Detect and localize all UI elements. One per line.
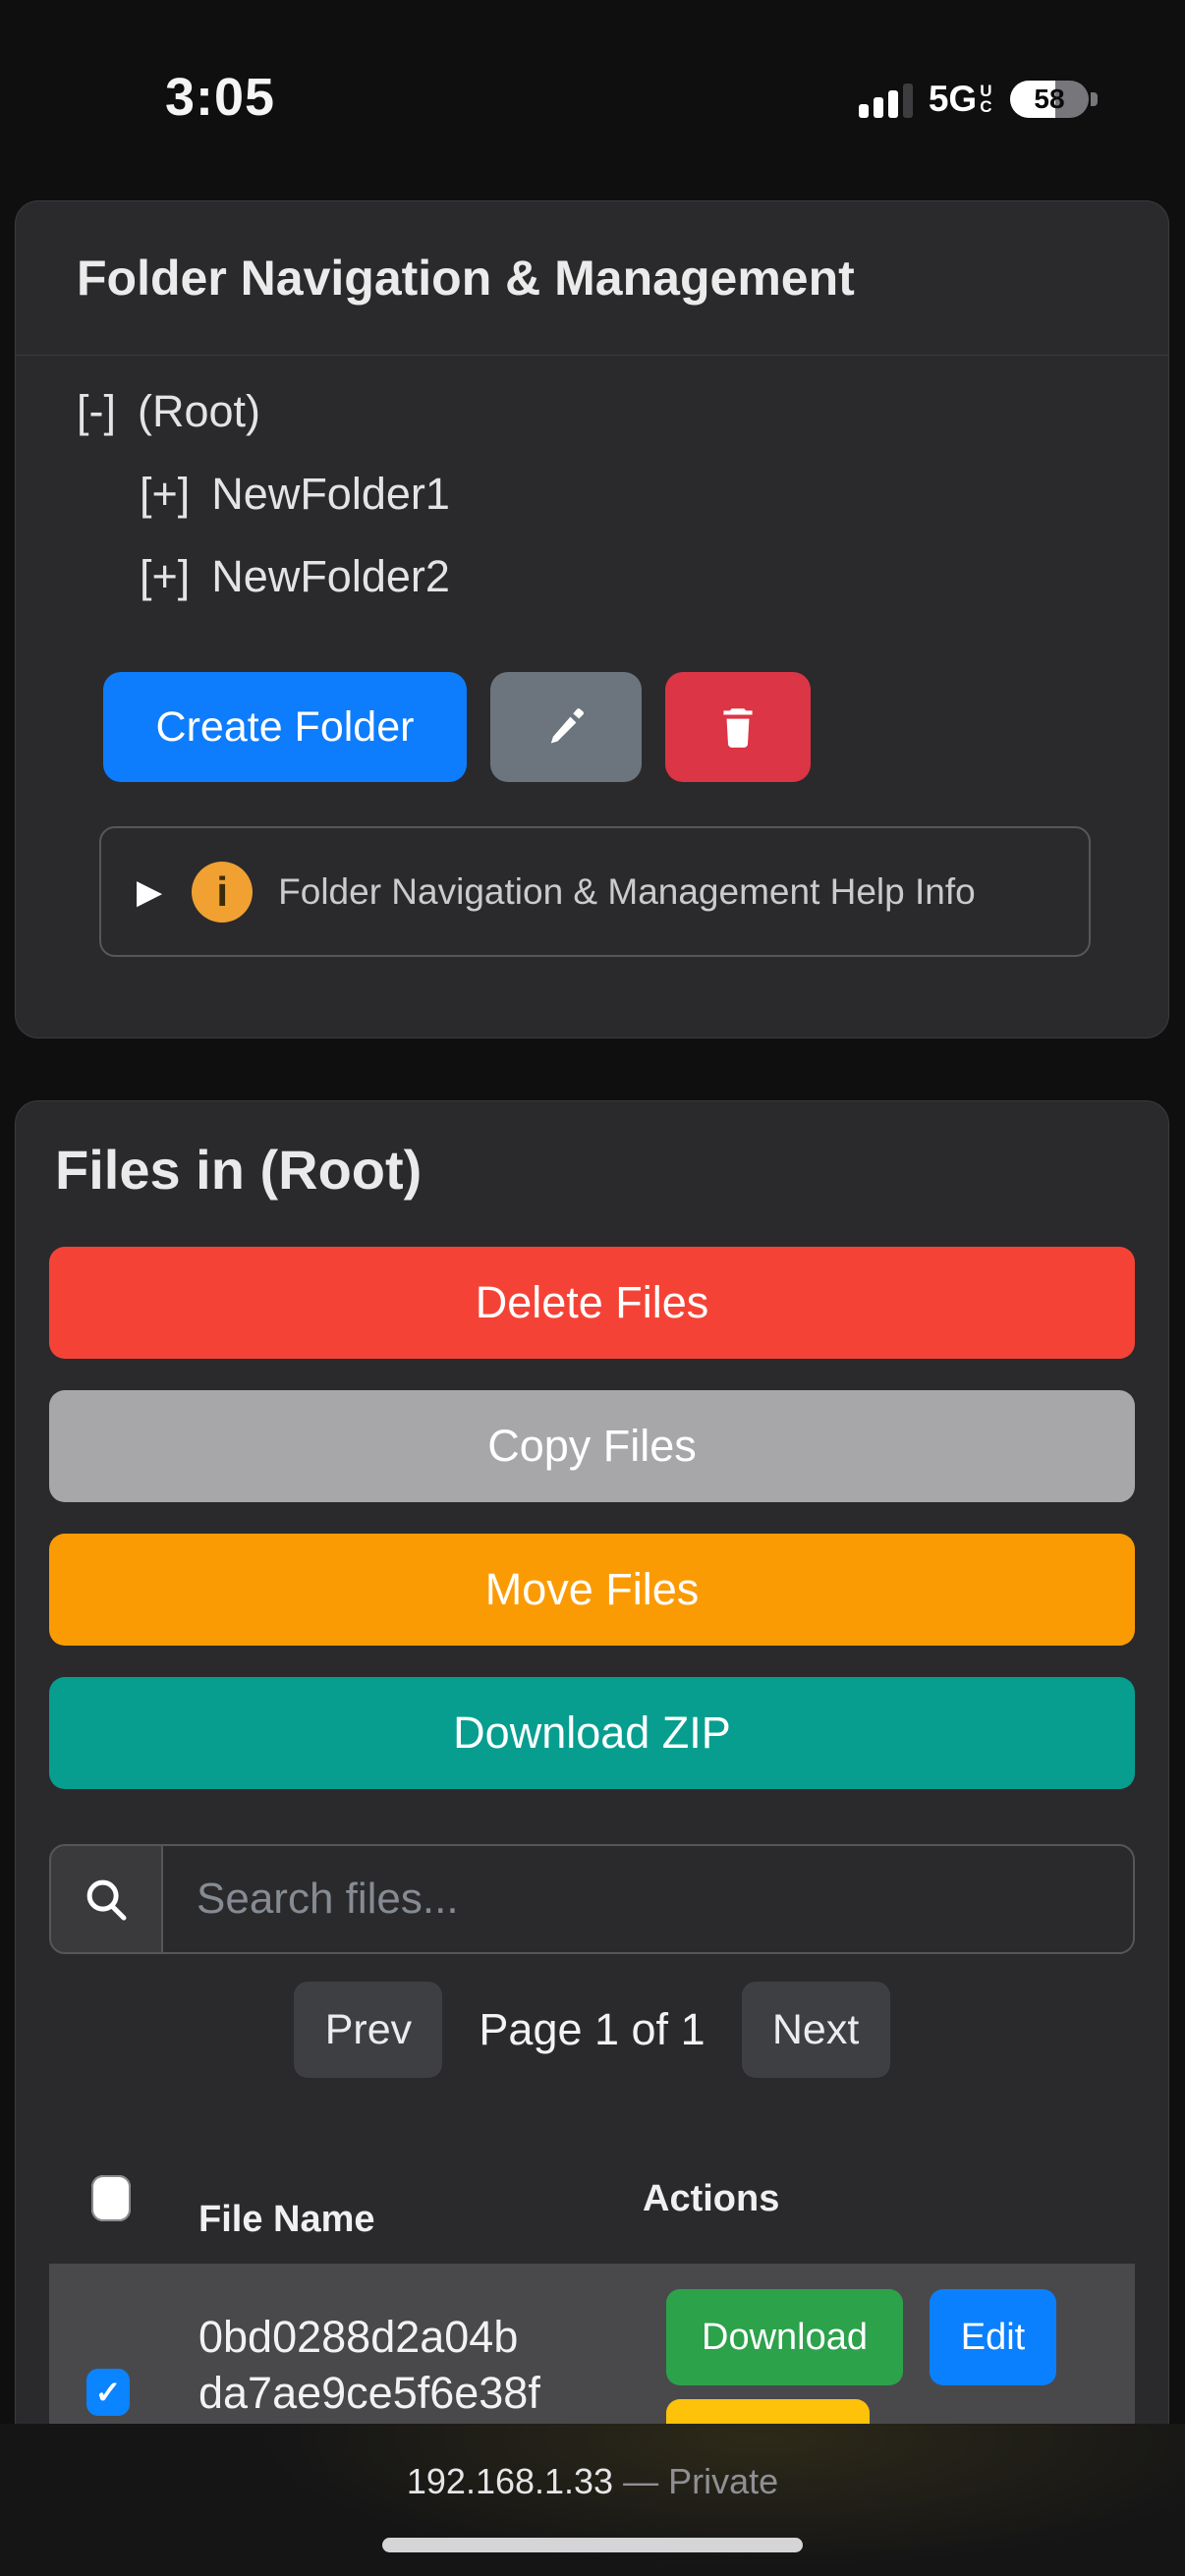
expand-toggle[interactable]: [+] xyxy=(140,469,190,520)
trash-icon xyxy=(713,702,762,752)
files-card-title: Files in (Root) xyxy=(55,1139,1135,1202)
move-files-button[interactable]: Move Files xyxy=(49,1534,1135,1646)
file-table-row: ✓ 0bd0288d2a04b da7ae9ce5f6e38f Download… xyxy=(49,2264,1135,2450)
network-subtype-label: U C xyxy=(980,84,992,115)
next-page-button[interactable]: Next xyxy=(742,1982,890,2078)
collapse-toggle[interactable]: [-] xyxy=(77,386,116,437)
file-name-column-header: File Name xyxy=(198,2199,375,2241)
copy-files-button[interactable]: Copy Files xyxy=(49,1390,1135,1502)
tree-item-label[interactable]: NewFolder2 xyxy=(211,551,450,602)
battery-nub xyxy=(1091,92,1098,106)
edit-file-button[interactable]: Edit xyxy=(930,2289,1056,2385)
folder-card-title: Folder Navigation & Management xyxy=(16,201,1168,356)
search-icon-box xyxy=(49,1844,163,1954)
create-folder-button[interactable]: Create Folder xyxy=(103,672,467,782)
browser-url-bar[interactable]: 192.168.1.33— Private xyxy=(0,2424,1185,2576)
mobile-browser-page: 3:05 5G U C 58 Folder Navigation & Manag… xyxy=(0,0,1185,2576)
folder-tree: [-] (Root) [+] NewFolder1 [+] NewFolder2 xyxy=(16,356,1168,618)
files-card: Files in (Root) Delete Files Copy Files … xyxy=(15,1100,1169,2576)
tree-item-newfolder1[interactable]: [+] NewFolder1 xyxy=(77,453,1107,535)
tree-item-root[interactable]: [-] (Root) xyxy=(77,370,1107,453)
triangle-right-icon[interactable]: ▶ xyxy=(137,872,162,912)
info-circle-icon: i xyxy=(192,862,253,923)
status-indicators: 5G U C 58 xyxy=(859,79,1089,120)
file-name-line1: 0bd0288d2a04b xyxy=(198,2309,540,2365)
search-input[interactable] xyxy=(163,1844,1135,1954)
magnifier-icon xyxy=(80,1873,133,1926)
prev-page-button[interactable]: Prev xyxy=(294,1982,442,2078)
tree-item-label[interactable]: NewFolder1 xyxy=(211,469,450,520)
battery-icon: 58 xyxy=(1010,81,1089,118)
tree-item-label[interactable]: (Root) xyxy=(138,386,260,437)
url-line[interactable]: 192.168.1.33— Private xyxy=(0,2461,1185,2502)
select-all-checkbox[interactable] xyxy=(91,2175,131,2221)
expand-toggle[interactable]: [+] xyxy=(140,551,190,602)
home-indicator[interactable] xyxy=(382,2538,803,2552)
battery-percent: 58 xyxy=(1010,81,1089,118)
file-name-cell: 0bd0288d2a04b da7ae9ce5f6e38f xyxy=(198,2309,540,2421)
folder-action-buttons: Create Folder xyxy=(103,672,1168,782)
page-indicator: Page 1 of 1 xyxy=(479,2004,705,2055)
status-time: 3:05 xyxy=(116,67,324,128)
file-table-header: File Name Actions xyxy=(49,2175,1135,2264)
pencil-icon xyxy=(540,701,592,753)
folder-navigation-card: Folder Navigation & Management [-] (Root… xyxy=(15,200,1169,1038)
row-checkbox-checked[interactable]: ✓ xyxy=(86,2369,130,2416)
download-file-button[interactable]: Download xyxy=(666,2289,903,2385)
file-name-line2: da7ae9ce5f6e38f xyxy=(198,2365,540,2421)
delete-files-button[interactable]: Delete Files xyxy=(49,1247,1135,1359)
tree-item-newfolder2[interactable]: [+] NewFolder2 xyxy=(77,535,1107,618)
help-summary-label: Folder Navigation & Management Help Info xyxy=(278,871,976,913)
url-host[interactable]: 192.168.1.33 xyxy=(407,2461,613,2501)
status-bar: 3:05 5G U C 58 xyxy=(0,0,1185,147)
folder-help-disclosure[interactable]: ▶ i Folder Navigation & Management Help … xyxy=(99,826,1091,957)
network-type-label: 5G xyxy=(929,79,977,120)
download-zip-button[interactable]: Download ZIP xyxy=(49,1677,1135,1789)
rename-folder-button[interactable] xyxy=(490,672,642,782)
pagination: Prev Page 1 of 1 Next xyxy=(49,1982,1135,2078)
delete-folder-button[interactable] xyxy=(665,672,811,782)
signal-strength-icon xyxy=(859,81,913,118)
privacy-label: — Private xyxy=(623,2461,778,2501)
actions-column-header: Actions xyxy=(643,2178,779,2220)
file-search xyxy=(49,1844,1135,1954)
